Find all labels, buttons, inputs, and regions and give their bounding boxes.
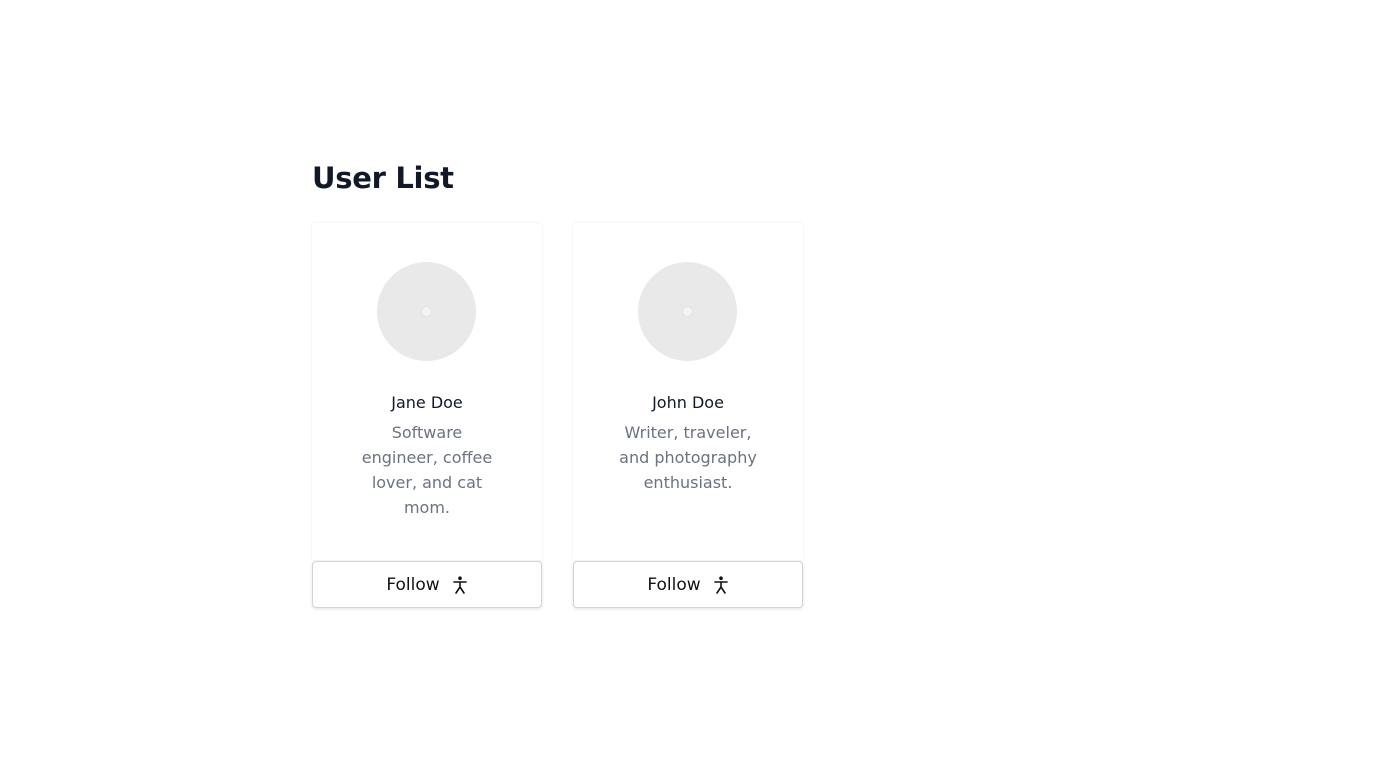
accessibility-person-icon: [713, 575, 728, 594]
user-bio: Software engineer, coffee lover, and cat…: [361, 423, 493, 517]
user-bio: Writer, traveler, and photography enthus…: [619, 423, 757, 492]
user-name: John Doe: [652, 393, 724, 412]
user-card-list: Jane Doe Software engineer, coffee lover…: [312, 223, 804, 611]
user-card: John Doe Writer, traveler, and photograp…: [573, 223, 803, 609]
accessibility-person-icon: [452, 575, 467, 594]
user-card-body: John Doe Writer, traveler, and photograp…: [573, 223, 803, 560]
follow-button-label: Follow: [647, 574, 701, 595]
avatar-placeholder-icon: [422, 307, 431, 316]
avatar-placeholder-icon: [683, 307, 692, 316]
page-title: User List: [312, 161, 454, 195]
avatar: [377, 262, 476, 361]
avatar: [638, 262, 737, 361]
user-list-page: User List Jane Doe Software engineer, co…: [312, 160, 803, 608]
user-name: Jane Doe: [391, 393, 463, 412]
user-card-body: Jane Doe Software engineer, coffee lover…: [312, 223, 542, 560]
user-card: Jane Doe Software engineer, coffee lover…: [312, 223, 542, 609]
follow-button[interactable]: Follow: [573, 561, 803, 608]
follow-button-label: Follow: [386, 574, 440, 595]
follow-button[interactable]: Follow: [312, 561, 542, 608]
